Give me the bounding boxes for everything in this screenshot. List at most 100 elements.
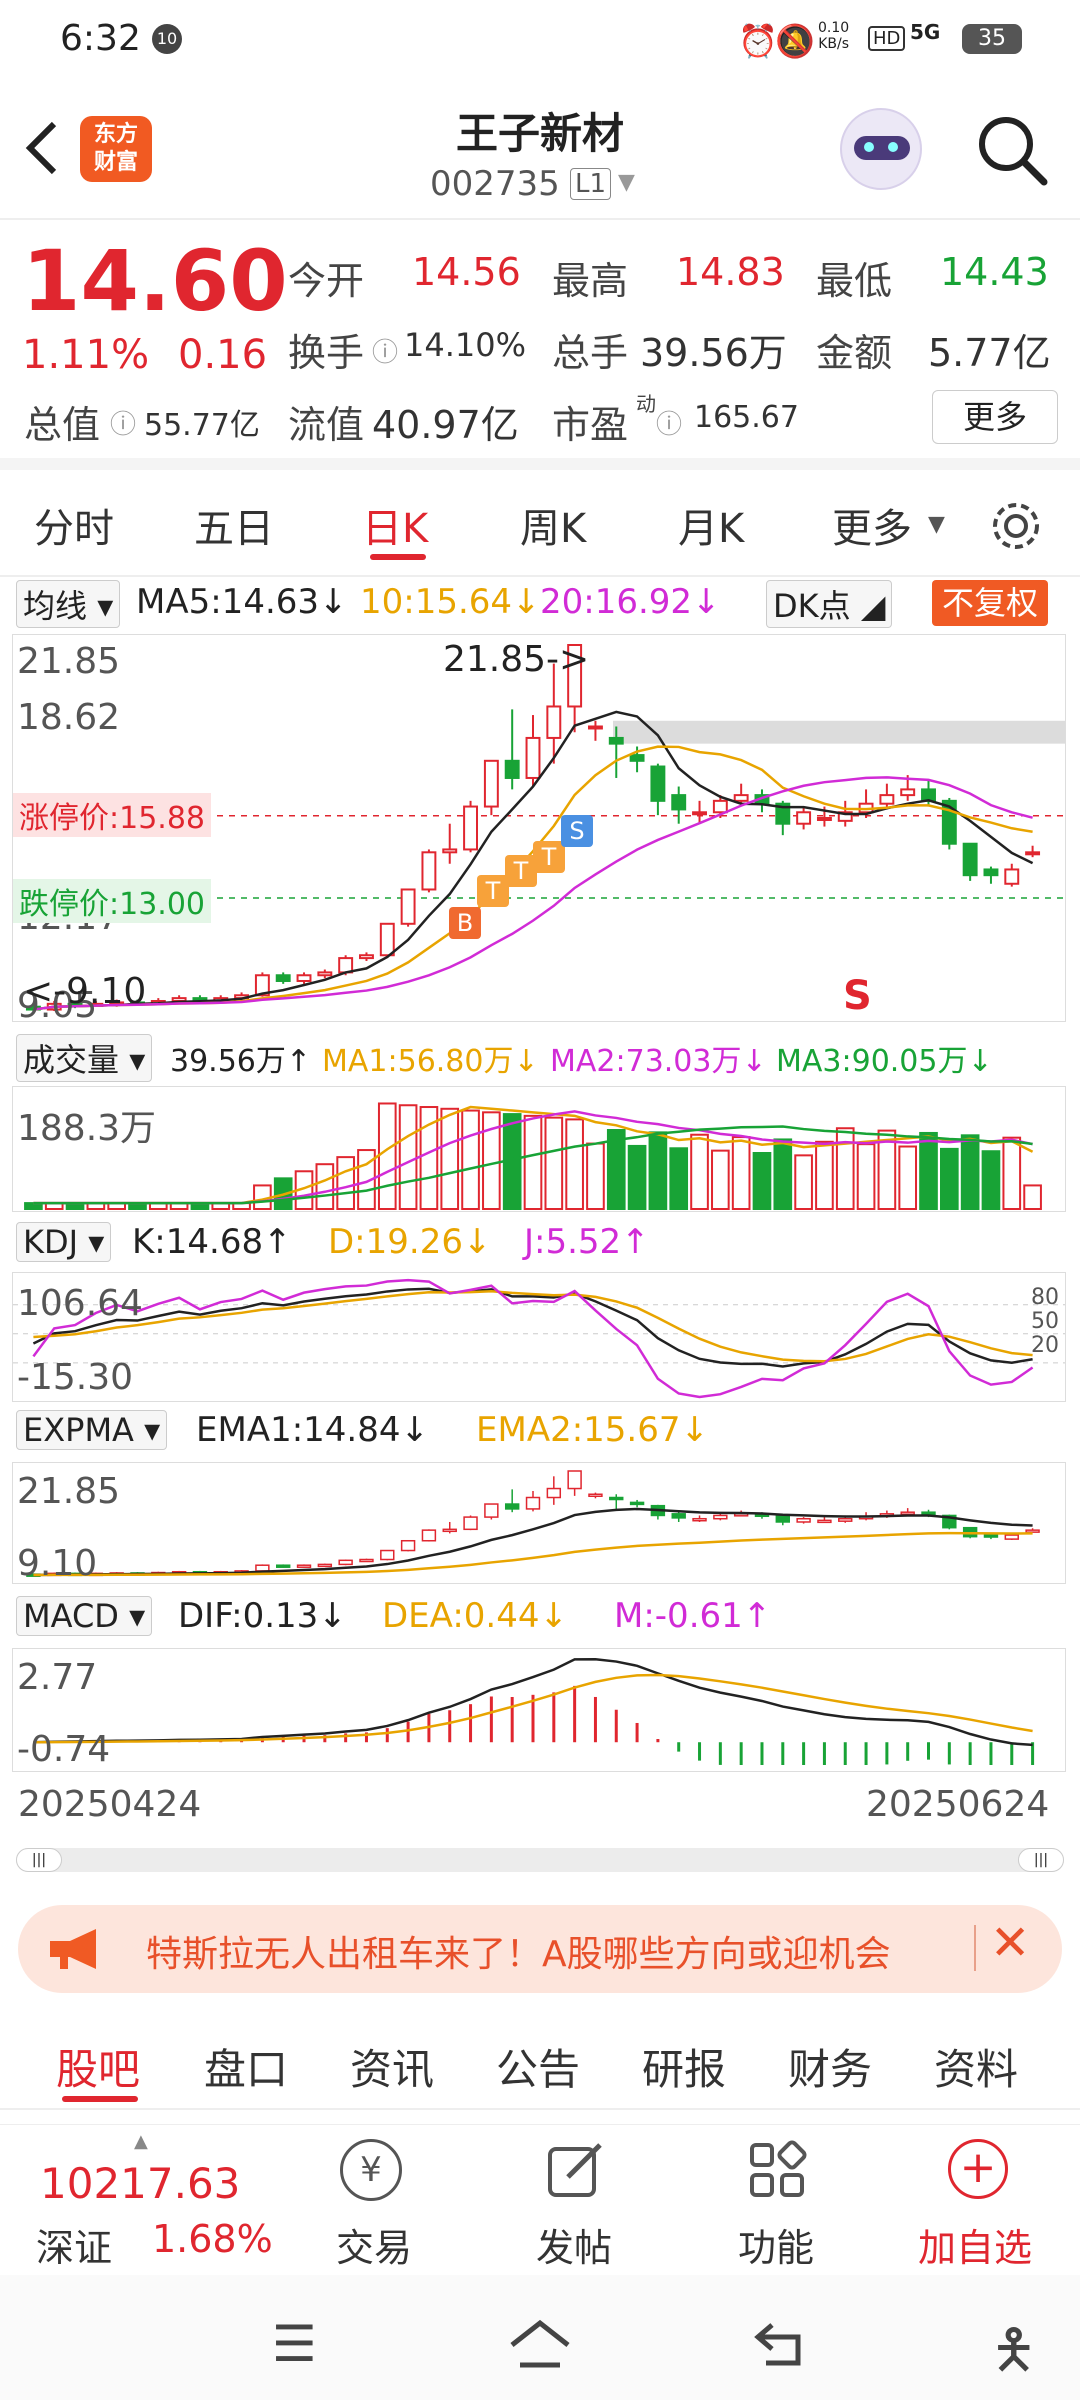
kdj-chart[interactable]: 106.64 -15.30 80 50 20 xyxy=(12,1272,1066,1402)
search-icon[interactable] xyxy=(972,110,1052,190)
add-watchlist-icon[interactable]: + xyxy=(948,2139,1008,2199)
status-bar: 6:32 10 ⏰ 🔕 0.10 KB/s HD 5G 35 xyxy=(0,0,1080,80)
more-button[interactable]: 更多 xyxy=(932,390,1058,444)
index-value[interactable]: 10217.63 xyxy=(40,2159,240,2208)
tab-research[interactable]: 研报 xyxy=(642,2036,726,2097)
edit-post-icon[interactable] xyxy=(544,2139,608,2203)
candle-body xyxy=(796,811,812,825)
caret-down-icon: ▼ xyxy=(928,512,945,537)
kdj-level-50: 50 xyxy=(1031,1309,1059,1334)
expand-up-icon[interactable]: ▲ xyxy=(134,2131,148,2152)
adjust-toggle-button[interactable]: 不复权 xyxy=(932,580,1049,626)
alarm-icon: ⏰ xyxy=(738,22,778,60)
close-icon[interactable]: ✕ xyxy=(990,1915,1030,1971)
scroll-handle-right[interactable]: ||| xyxy=(1018,1848,1064,1872)
tab-monthly-k[interactable]: 月K xyxy=(678,496,744,554)
volume-bar xyxy=(586,1142,605,1210)
home-icon[interactable] xyxy=(508,2319,572,2371)
expma-chart[interactable]: 21.85 9.10 xyxy=(12,1462,1066,1584)
trade-icon[interactable]: ¥ xyxy=(340,2139,402,2201)
expma-candle-body xyxy=(255,1564,270,1572)
kdj-level-20: 20 xyxy=(1031,1333,1059,1358)
volume-bar xyxy=(835,1127,855,1210)
dk-selector[interactable]: DK点 ◢ xyxy=(766,580,893,628)
macd-selector[interactable]: MACD ▾ xyxy=(16,1596,153,1636)
volume-bar xyxy=(1023,1184,1042,1210)
tab-5day[interactable]: 五日 xyxy=(194,496,274,554)
ema1-value: EMA1:14.84↓ xyxy=(196,1410,429,1450)
tab-more[interactable]: 更多 xyxy=(832,496,912,554)
volume-bar xyxy=(315,1163,335,1210)
tab-finance[interactable]: 财务 xyxy=(788,2036,872,2097)
accessibility-icon[interactable]: 🯅 xyxy=(990,2311,1038,2403)
add-watchlist-label[interactable]: 加自选 xyxy=(918,2217,1032,2272)
amount-label: 金额 xyxy=(816,331,893,375)
menu-icon[interactable]: ☰ xyxy=(272,2315,317,2373)
macd-chart[interactable]: 2.77 -0.74 xyxy=(12,1648,1066,1772)
function-grid-icon[interactable] xyxy=(746,2139,810,2203)
candle-body xyxy=(733,794,749,802)
function-label[interactable]: 功能 xyxy=(738,2217,814,2272)
kdj-j-line xyxy=(32,1278,1034,1399)
tab-pankou[interactable]: 盘口 xyxy=(204,2036,288,2097)
macd-m: M:-0.61↑ xyxy=(614,1596,772,1636)
volume-bar xyxy=(461,1109,480,1211)
volume-chart[interactable]: 188.3万 xyxy=(12,1086,1066,1212)
turnover-value: 14.10% xyxy=(404,326,527,364)
tab-daily-k[interactable]: 日K xyxy=(362,496,428,554)
candle-body xyxy=(442,848,458,854)
expma-candle-body xyxy=(296,1564,312,1568)
info-icon[interactable]: ⓘ xyxy=(656,404,682,441)
volume-bar xyxy=(773,1138,793,1210)
kdj-selector[interactable]: KDJ ▾ xyxy=(16,1222,112,1262)
kdj-svg xyxy=(13,1278,1065,1399)
volume-bar xyxy=(523,1114,543,1210)
candle-body xyxy=(421,851,437,891)
date-end: 20250624 xyxy=(866,1784,1050,1825)
volume-value: 39.56万 xyxy=(640,331,787,375)
tab-intraday[interactable]: 分时 xyxy=(34,496,114,554)
ma-selector[interactable]: 均线 ▾ xyxy=(16,580,121,628)
index-name[interactable]: 深证 xyxy=(36,2217,112,2272)
news-banner[interactable]: 特斯拉无人出租车来了！A股哪些方向或迎机会 ✕ xyxy=(18,1905,1062,1993)
mktcap-label: 总值 xyxy=(24,403,101,447)
assistant-avatar[interactable] xyxy=(840,108,922,190)
expma-candle-body xyxy=(400,1539,416,1552)
expma-candle-body xyxy=(588,1493,603,1497)
trade-label[interactable]: 交易 xyxy=(336,2217,412,2272)
chart-scroll-track[interactable]: ||| ||| xyxy=(16,1848,1064,1872)
active-tab-indicator xyxy=(370,554,426,560)
tab-guba[interactable]: 股吧 xyxy=(56,2036,140,2097)
settings-gear-icon[interactable] xyxy=(988,498,1044,554)
chevron-down-icon[interactable]: ▼ xyxy=(618,170,635,195)
back-nav-icon[interactable] xyxy=(752,2319,812,2371)
index-change[interactable]: 1.68% xyxy=(152,2217,273,2261)
candle-body xyxy=(546,705,562,739)
pe-label: 市盈 xyxy=(552,403,629,447)
tab-weekly-k[interactable]: 周K xyxy=(520,496,586,554)
info-icon[interactable]: ⓘ xyxy=(372,332,398,369)
change-amount: 0.16 xyxy=(178,332,268,378)
info-icon[interactable]: ⓘ xyxy=(110,404,136,441)
tab-news[interactable]: 资讯 xyxy=(350,2036,434,2097)
volume-selector[interactable]: 成交量 ▾ xyxy=(16,1034,153,1082)
candlestick-chart[interactable]: 21.85 18.62 12.17 9.05 21.85-> <-9.10 涨停… xyxy=(12,634,1066,1022)
expma-candle-body xyxy=(692,1517,707,1522)
expma-candle-body xyxy=(629,1501,645,1506)
expma-y-bottom: 9.10 xyxy=(17,1543,98,1584)
tab-profile[interactable]: 资料 xyxy=(934,2036,1018,2097)
stock-code: 002735 xyxy=(430,164,560,204)
post-label[interactable]: 发帖 xyxy=(536,2217,612,2272)
current-price: 14.60 xyxy=(22,232,288,330)
expma-selector[interactable]: EXPMA ▾ xyxy=(16,1410,168,1450)
scroll-handle-left[interactable]: ||| xyxy=(16,1848,62,1872)
candle-body xyxy=(296,974,312,982)
expma-candle-body xyxy=(817,1519,832,1524)
candle-body xyxy=(1025,851,1041,856)
tab-announcements[interactable]: 公告 xyxy=(496,2036,580,2097)
volume-bar xyxy=(981,1150,1001,1211)
macd-svg xyxy=(33,1657,1035,1765)
y-axis-2: 18.62 xyxy=(17,697,121,738)
volume-svg xyxy=(24,1102,1042,1211)
volume-bar xyxy=(669,1147,689,1210)
